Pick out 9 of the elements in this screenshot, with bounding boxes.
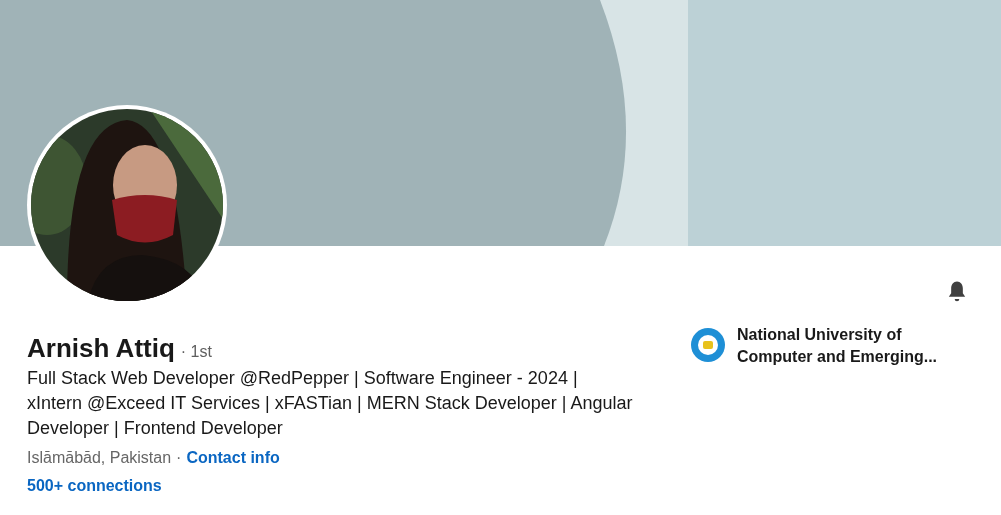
separator-dot: ·	[176, 449, 182, 467]
location-text: Islāmābād, Pakistan	[27, 449, 172, 467]
profile-headline: Full Stack Web Developer @RedPepper | Software Engineer - 2024 | xIntern @Exceed IT Services | xFASTian | MERN Stack Developer | Angular Developer | Frontend Developer	[27, 367, 634, 440]
connection-degree: · 1st	[180, 343, 212, 361]
school-name[interactable]: National University of Computer and Emerging...	[737, 324, 971, 368]
profile-name: Arnish Attiq	[27, 332, 175, 364]
university-logo-icon	[691, 328, 725, 362]
contact-info-link[interactable]: Contact info	[186, 449, 280, 467]
connections-link[interactable]: 500+ connections	[27, 477, 162, 495]
